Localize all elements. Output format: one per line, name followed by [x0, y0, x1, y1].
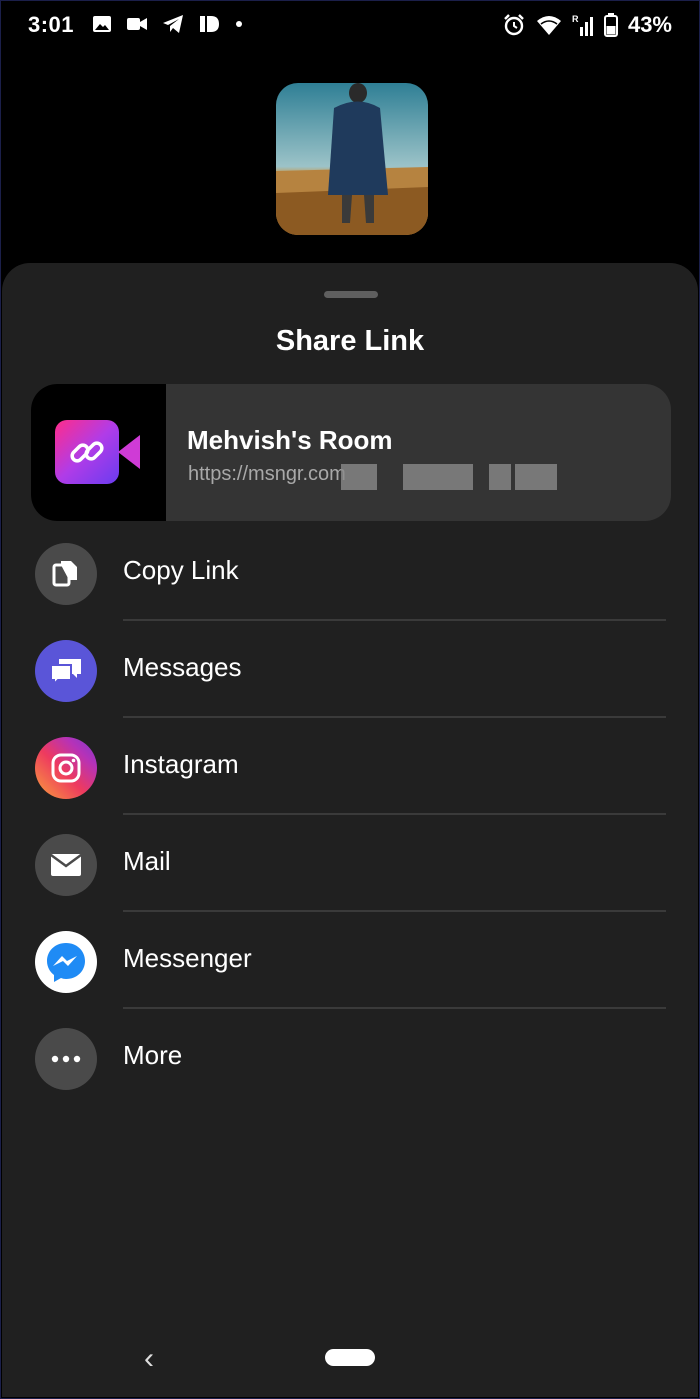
url-redaction	[489, 464, 511, 490]
share-option-label: Instagram	[123, 749, 239, 779]
link-thumbnail	[31, 384, 166, 521]
system-icons: R 43%	[502, 12, 672, 38]
notification-icons	[92, 14, 244, 34]
divider	[123, 910, 666, 912]
svg-text:R: R	[572, 14, 579, 24]
video-icon	[127, 18, 147, 30]
back-button[interactable]: ‹	[144, 1342, 154, 1376]
battery-icon	[603, 13, 618, 37]
telegram-icon	[163, 15, 183, 33]
share-option-label: Messenger	[123, 943, 252, 973]
navigation-bar: ‹	[0, 1320, 700, 1390]
link-preview-card[interactable]: Mehvish's Room https://msngr.com	[31, 384, 671, 521]
share-option-label: More	[123, 1040, 183, 1070]
share-option-more[interactable]: More	[2, 1025, 698, 1122]
url-redaction	[403, 464, 473, 490]
id-icon	[200, 16, 219, 32]
person-in-field-image	[276, 83, 428, 235]
sheet-title: Share Link	[275, 325, 425, 357]
link-icon	[70, 441, 104, 463]
room-avatar-photo	[276, 83, 428, 235]
instagram-icon	[35, 737, 97, 799]
sheet-drag-handle[interactable]	[324, 291, 378, 298]
image-icon	[93, 16, 111, 32]
battery-percentage: 43%	[627, 12, 672, 37]
divider	[123, 716, 666, 718]
share-bottom-sheet: Share Link Mehvish's Room https://msngr.…	[2, 263, 698, 1397]
dot-icon	[236, 21, 242, 27]
home-button[interactable]	[325, 1349, 375, 1366]
divider	[123, 813, 666, 815]
copy-icon	[35, 543, 97, 605]
room-name: Mehvish's Room	[187, 425, 393, 455]
share-option-messenger[interactable]: Messenger	[2, 928, 698, 1025]
url-redaction	[515, 464, 557, 490]
divider	[123, 619, 666, 621]
camera-lens	[118, 435, 140, 469]
share-option-label: Copy Link	[123, 555, 239, 585]
divider	[123, 1007, 666, 1009]
messenger-icon	[35, 931, 97, 993]
status-bar: 3:01 R 43%	[0, 0, 700, 54]
share-option-label: Mail	[123, 846, 171, 876]
room-url: https://msngr.com	[188, 463, 346, 485]
status-time: 3:01	[28, 12, 75, 37]
more-icon	[35, 1028, 97, 1090]
share-option-label: Messages	[123, 652, 242, 682]
share-option-instagram[interactable]: Instagram	[2, 734, 698, 831]
url-redaction	[341, 464, 377, 490]
share-option-copy-link[interactable]: Copy Link	[2, 540, 698, 637]
share-option-mail[interactable]: Mail	[2, 831, 698, 928]
mail-icon	[35, 834, 97, 896]
share-option-messages[interactable]: Messages	[2, 637, 698, 734]
wifi-icon	[536, 16, 561, 35]
messages-icon	[35, 640, 97, 702]
alarm-icon	[504, 14, 524, 36]
signal-icon: R	[572, 14, 593, 36]
